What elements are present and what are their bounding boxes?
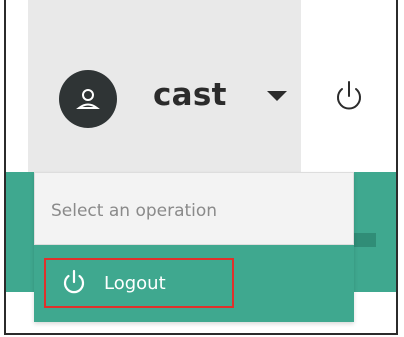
user-dropdown-menu: Select an operation Logout <box>34 172 354 322</box>
avatar[interactable] <box>59 70 117 128</box>
app-frame: cast Select an operation Logout <box>4 0 398 335</box>
caret-down-icon[interactable] <box>267 91 287 101</box>
power-icon <box>63 269 85 294</box>
user-menu-toggle[interactable]: cast <box>28 0 301 172</box>
dropdown-header: Select an operation <box>34 172 354 245</box>
logout-label: Logout <box>104 272 166 294</box>
badge <box>351 233 376 247</box>
top-header: cast <box>6 0 396 172</box>
dropdown-header-text: Select an operation <box>51 201 218 221</box>
power-icon[interactable] <box>329 77 369 117</box>
logout-menu-item[interactable]: Logout <box>44 258 234 308</box>
user-icon <box>76 89 100 109</box>
username[interactable]: cast <box>153 77 227 113</box>
